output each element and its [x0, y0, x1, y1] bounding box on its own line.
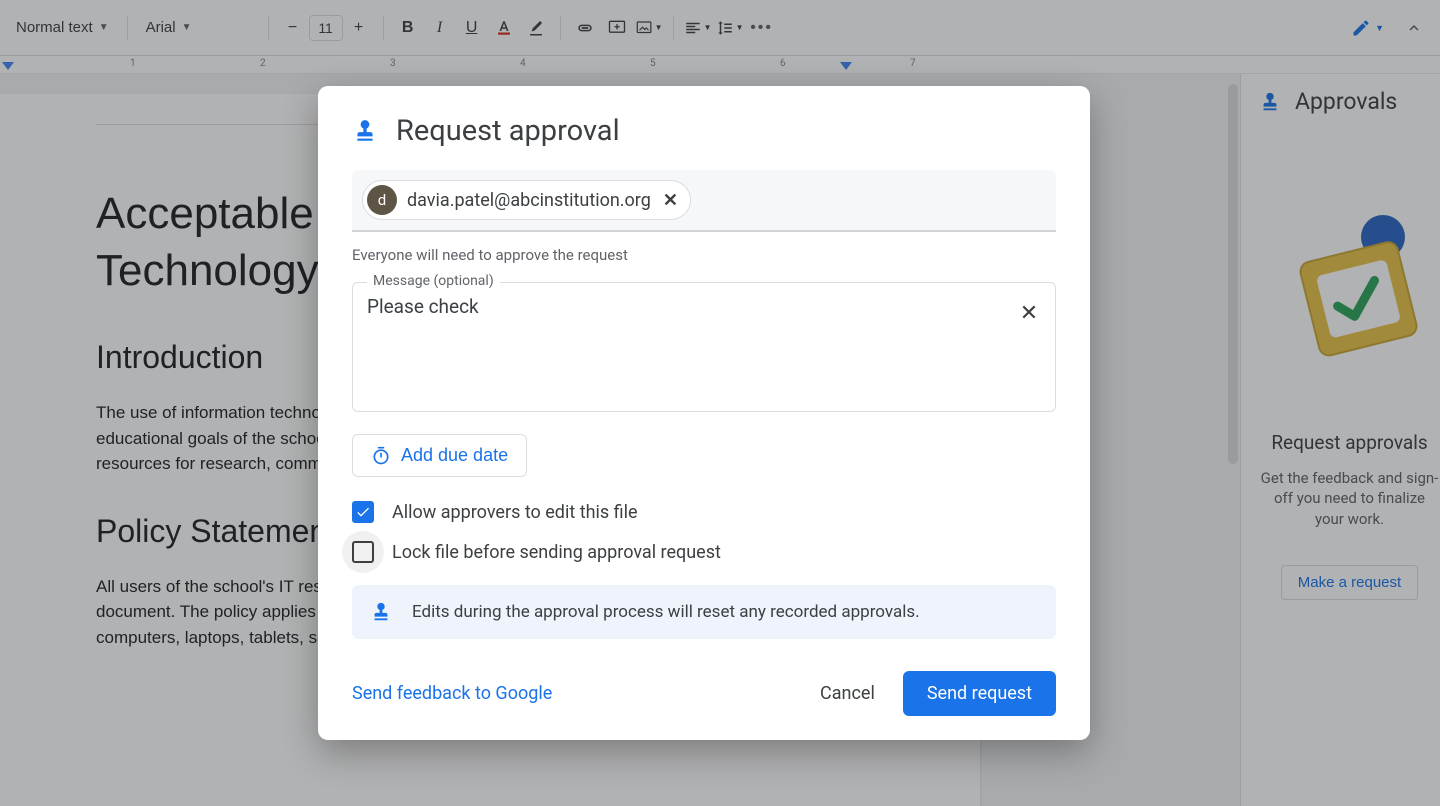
- focus-halo: [342, 531, 384, 573]
- approver-chip: d davia.patel@abcinstitution.org ✕: [362, 180, 691, 220]
- add-due-date-label: Add due date: [401, 445, 508, 466]
- allow-edit-label: Allow approvers to edit this file: [392, 502, 638, 523]
- remove-approver-button[interactable]: ✕: [661, 190, 680, 211]
- allow-edit-checkbox[interactable]: [352, 501, 374, 523]
- dialog-title: Request approval: [396, 114, 620, 148]
- approvals-icon: [370, 601, 392, 623]
- clear-message-button[interactable]: ✕: [1013, 297, 1045, 329]
- helper-text: Everyone will need to approve the reques…: [352, 246, 1056, 264]
- approvals-icon: [352, 118, 378, 144]
- send-feedback-link[interactable]: Send feedback to Google: [352, 683, 552, 704]
- timer-icon: [371, 446, 391, 466]
- allow-edit-checkbox-row[interactable]: Allow approvers to edit this file: [352, 501, 1056, 523]
- info-text: Edits during the approval process will r…: [412, 602, 920, 622]
- message-textarea[interactable]: [367, 295, 1001, 367]
- approvers-field[interactable]: d davia.patel@abcinstitution.org ✕: [352, 170, 1056, 232]
- request-approval-dialog: Request approval d davia.patel@abcinstit…: [318, 86, 1090, 740]
- lock-file-checkbox-row[interactable]: Lock file before sending approval reques…: [352, 541, 1056, 563]
- info-banner: Edits during the approval process will r…: [352, 585, 1056, 639]
- cancel-button[interactable]: Cancel: [802, 673, 893, 714]
- message-field[interactable]: Message (optional) ✕: [352, 282, 1056, 412]
- approver-email: davia.patel@abcinstitution.org: [407, 190, 651, 211]
- lock-file-label: Lock file before sending approval reques…: [392, 542, 721, 563]
- avatar: d: [367, 185, 397, 215]
- message-label: Message (optional): [367, 273, 500, 289]
- add-due-date-button[interactable]: Add due date: [352, 434, 527, 477]
- send-request-button[interactable]: Send request: [903, 671, 1056, 716]
